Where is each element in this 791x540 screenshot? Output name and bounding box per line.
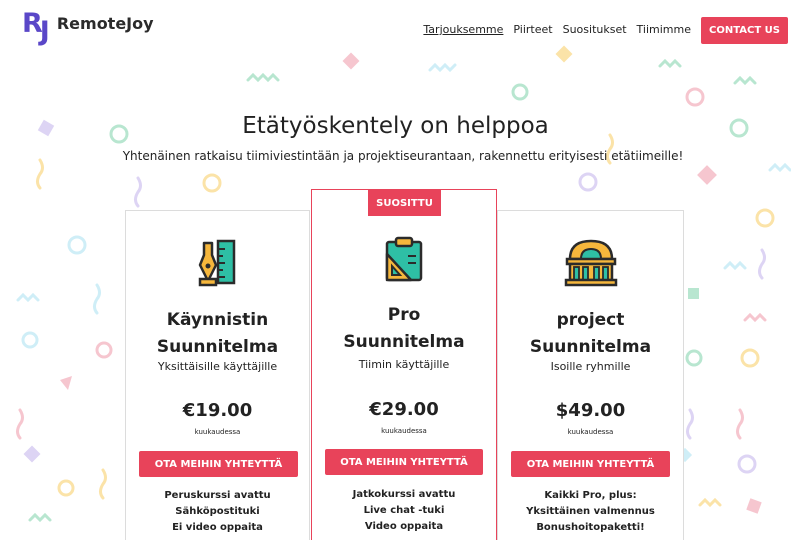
brand-name: RemoteJoy — [56, 14, 154, 33]
plan-contact-button[interactable]: OTA MEIHIN YHTEYTTÄ — [511, 451, 670, 477]
plan-price: $49.00 — [555, 400, 626, 421]
brand-logo[interactable]: RJ RemoteJoy — [22, 8, 154, 47]
hero-title: Etätyöskentely on helppoa — [242, 113, 549, 139]
plan-name: Käynnistin Suunnitelma — [156, 310, 279, 357]
pen-ruler-icon — [198, 239, 235, 287]
popular-badge: SUOSITTU — [368, 190, 441, 216]
plan-price: €29.00 — [369, 399, 439, 420]
nav-item-team[interactable]: Tiimimme — [637, 23, 691, 36]
plan-price: €19.00 — [182, 400, 253, 421]
clipboard-icon — [385, 236, 423, 282]
main-nav: Tarjouksemme Piirteet Suositukset Tiimim… — [423, 23, 691, 36]
feature-item: Kaikki Pro, plus: — [544, 490, 637, 501]
plan-card-pro: SUOSITTU Pro Suunnitelma Tiimin käyttäjil… — [311, 189, 497, 540]
brand-mark: RJ — [22, 8, 50, 47]
contact-us-button[interactable]: CONTACT US — [701, 17, 788, 44]
plan-period: kuukaudessa — [194, 428, 241, 436]
plan-audience: Tiimin käyttäjille — [358, 358, 450, 371]
nav-item-offers[interactable]: Tarjouksemme — [423, 23, 503, 36]
building-icon — [564, 239, 617, 287]
plan-features: Kaikki Pro, plus: Yksittäinen valmennus … — [498, 488, 683, 536]
feature-item: Ei video oppaita — [172, 522, 263, 533]
plan-name: project Suunnitelma — [529, 310, 652, 357]
feature-item: Live chat -tuki — [363, 505, 445, 516]
plan-card-project: project Suunnitelma Isoille ryhmille $49.… — [497, 210, 684, 540]
feature-item: Video oppaita — [364, 521, 444, 532]
feature-item: Jatkokurssi avattu — [352, 489, 456, 500]
plan-audience: Yksittäisille käyttäjille — [157, 360, 278, 373]
plan-name: Pro Suunnitelma — [343, 305, 465, 352]
feature-item: Sähköpostituki — [175, 506, 260, 517]
hero-subtitle: Yhtenäinen ratkaisu tiimiviestintään ja … — [122, 149, 684, 163]
feature-item: Yksittäinen valmennus — [526, 506, 655, 517]
feature-item: Bonushoitopaketti! — [536, 522, 645, 533]
plan-features: Peruskurssi avattu Sähköpostituki Ei vid… — [126, 488, 309, 536]
nav-item-testimonials[interactable]: Suositukset — [563, 23, 627, 36]
plan-features: Jatkokurssi avattu Live chat -tuki Video… — [312, 487, 496, 535]
plan-card-starter: Käynnistin Suunnitelma Yksittäisille käyt… — [125, 210, 310, 540]
plan-period: kuukaudessa — [381, 427, 427, 435]
plan-contact-button[interactable]: OTA MEIHIN YHTEYTTÄ — [325, 449, 483, 475]
feature-item: Peruskurssi avattu — [164, 490, 271, 501]
plan-contact-button[interactable]: OTA MEIHIN YHTEYTTÄ — [139, 451, 298, 477]
plan-audience: Isoille ryhmille — [550, 360, 631, 373]
plan-period: kuukaudessa — [567, 428, 614, 436]
nav-item-features[interactable]: Piirteet — [513, 23, 552, 36]
site-header: RJ RemoteJoy Tarjouksemme Piirteet Suosi… — [0, 0, 791, 60]
